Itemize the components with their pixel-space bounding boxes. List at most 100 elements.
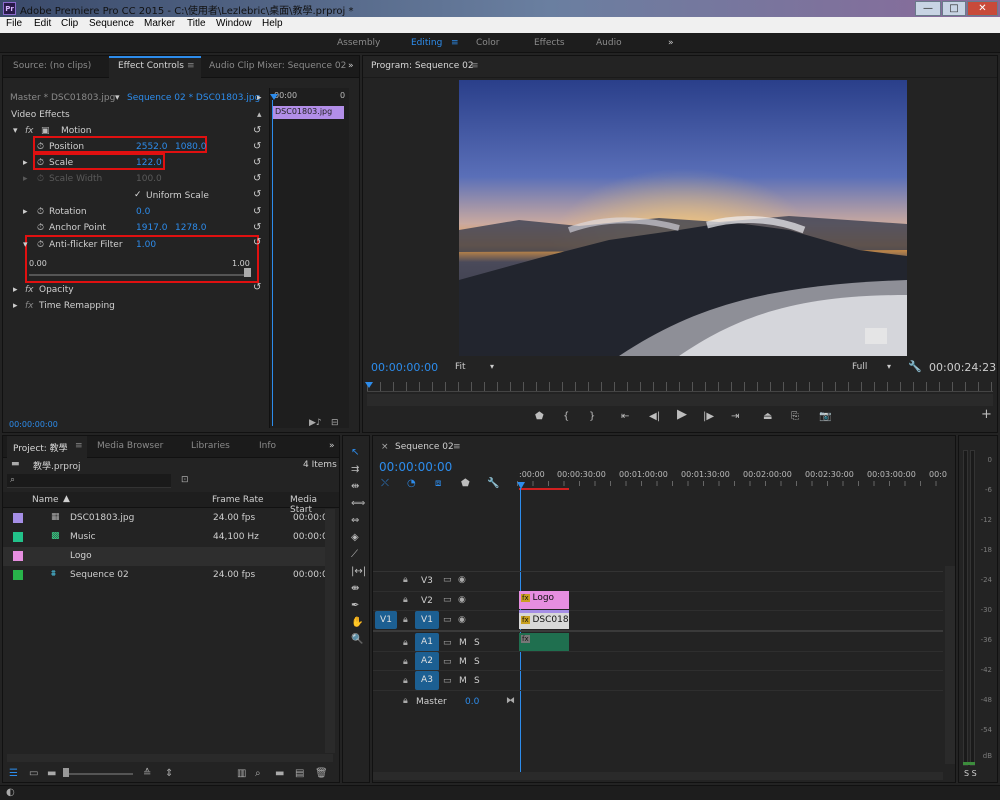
- menu-sequence[interactable]: Sequence: [89, 18, 134, 29]
- timeline-playhead-handle[interactable]: [517, 482, 525, 489]
- mute-button[interactable]: M: [459, 657, 467, 667]
- label-color-swatch[interactable]: [13, 532, 23, 542]
- uniform-scale-reset-icon[interactable]: ↺: [253, 190, 263, 200]
- razor-blade-icon[interactable]: ⟋: [351, 550, 358, 560]
- new-bin-icon[interactable]: ▬: [275, 768, 284, 779]
- add-marker-icon[interactable]: ⬟: [535, 412, 544, 422]
- close-button[interactable]: ✕: [967, 1, 998, 16]
- menu-title[interactable]: Title: [187, 18, 206, 29]
- menu-file[interactable]: File: [6, 18, 22, 29]
- label-color-swatch[interactable]: [13, 513, 23, 523]
- timeline-settings-icon[interactable]: 🔧: [487, 479, 499, 489]
- export-frame-icon[interactable]: ▶︎♪: [309, 418, 322, 428]
- snap-icon[interactable]: ◔: [407, 479, 416, 489]
- item-name[interactable]: Sequence 02: [70, 570, 129, 580]
- sync-lock-icon[interactable]: ▭: [443, 615, 452, 625]
- list-view-icon[interactable]: ☰: [9, 768, 18, 779]
- tab-project[interactable]: Project: 教學: [13, 441, 68, 454]
- find-icon[interactable]: ⌕: [255, 768, 261, 779]
- slide-tool-icon[interactable]: ⇼: [351, 584, 359, 594]
- antiflicker-value[interactable]: 1.00: [136, 240, 156, 250]
- step-forward-icon[interactable]: |▶︎: [703, 412, 714, 422]
- play-only-icon[interactable]: ▸: [257, 93, 262, 103]
- anchor-y-value[interactable]: 1278.0: [175, 223, 207, 233]
- program-scrub-ruler[interactable]: [367, 382, 993, 392]
- track-target-a1[interactable]: A1: [415, 633, 439, 652]
- anchor-x-value[interactable]: 1917.0: [136, 223, 168, 233]
- timeline-h-scrollbar[interactable]: [373, 772, 943, 780]
- minimize-button[interactable]: —: [915, 1, 941, 16]
- fit-dropdown-icon[interactable]: ▾: [490, 362, 494, 371]
- menu-window[interactable]: Window: [216, 18, 252, 29]
- solo-button[interactable]: S: [474, 638, 480, 648]
- workspace-menu-icon[interactable]: ≡: [451, 38, 459, 48]
- image-clip[interactable]: fx DSC018: [519, 610, 569, 629]
- add-marker-timeline-icon[interactable]: ⬟: [461, 479, 470, 489]
- workspace-color[interactable]: Color: [476, 38, 500, 48]
- filter-icon[interactable]: ⊟: [331, 418, 339, 428]
- scale-reset-icon[interactable]: ↺: [253, 158, 263, 168]
- rotation-expand-icon[interactable]: ▸: [23, 207, 28, 217]
- sequence-clip-label[interactable]: Sequence 02 * DSC01803.jpg: [127, 93, 260, 103]
- timeline-menu-icon[interactable]: ≡: [453, 442, 461, 452]
- effect-current-time[interactable]: 00:00:00:00: [9, 420, 58, 429]
- item-name[interactable]: DSC01803.jpg: [70, 513, 134, 523]
- anchor-reset-icon[interactable]: ↺: [253, 223, 263, 233]
- lock-icon[interactable]: 🔒︎: [403, 595, 408, 605]
- list-item[interactable]: ⩩ Sequence 02 24.00 fps 00:00:0: [3, 566, 328, 585]
- anchor-stopwatch-icon[interactable]: ⏱: [37, 223, 44, 233]
- rotation-value[interactable]: 0.0: [136, 207, 150, 217]
- mini-clip-bar[interactable]: DSC01803.jpg: [272, 106, 344, 119]
- panel-overflow-icon[interactable]: »: [348, 61, 354, 71]
- linked-selection-icon[interactable]: ⧈: [435, 479, 441, 489]
- source-patch-v1[interactable]: V1: [375, 611, 397, 629]
- ripple-edit-tool-icon[interactable]: ⇹: [351, 482, 359, 492]
- motion-expand-icon[interactable]: ▾: [13, 126, 18, 136]
- menu-marker[interactable]: Marker: [144, 18, 175, 29]
- close-sequence-icon[interactable]: ×: [381, 442, 389, 452]
- eye-icon[interactable]: ◉: [458, 615, 466, 625]
- lock-icon[interactable]: 🔒︎: [403, 696, 408, 706]
- mini-playhead-handle[interactable]: [270, 94, 278, 100]
- tab-effect-controls[interactable]: Effect Controls: [118, 61, 184, 71]
- hand-tool-icon[interactable]: ✋: [351, 618, 363, 628]
- go-to-in-icon[interactable]: ⇤: [621, 412, 629, 422]
- program-video-frame[interactable]: [459, 80, 907, 356]
- tab-media-browser[interactable]: Media Browser: [97, 441, 163, 451]
- position-reset-icon[interactable]: ↺: [253, 142, 263, 152]
- item-name[interactable]: Music: [70, 532, 96, 542]
- lock-icon[interactable]: 🔒︎: [403, 638, 408, 648]
- position-y-value[interactable]: 1080.0: [175, 142, 207, 152]
- position-x-value[interactable]: 2552.0: [136, 142, 168, 152]
- mute-button[interactable]: M: [459, 676, 467, 686]
- opacity-reset-icon[interactable]: ↺: [253, 283, 263, 293]
- program-playhead[interactable]: [365, 382, 373, 388]
- track-select-tool-icon[interactable]: ⇉: [351, 465, 359, 475]
- lock-icon[interactable]: 🔒︎: [403, 615, 408, 625]
- logo-clip[interactable]: fx Logo: [519, 591, 569, 609]
- sync-lock-icon[interactable]: ▭: [443, 676, 452, 686]
- rolling-edit-tool-icon[interactable]: ⟺: [351, 499, 365, 509]
- lock-icon[interactable]: 🔒︎: [403, 575, 408, 585]
- workspace-assembly[interactable]: Assembly: [337, 38, 380, 48]
- new-bin-from-search-icon[interactable]: ⊡: [181, 475, 189, 485]
- antiflicker-slider-track[interactable]: [29, 274, 251, 276]
- zoom-slider[interactable]: [63, 773, 133, 775]
- list-item[interactable]: Logo: [3, 547, 325, 566]
- effects-expand-icon[interactable]: ▴: [257, 110, 262, 120]
- icon-view-icon[interactable]: ▭: [29, 768, 38, 779]
- track-label-v2[interactable]: V2: [421, 596, 433, 606]
- item-name[interactable]: Logo: [70, 551, 92, 561]
- eye-icon[interactable]: ◉: [458, 575, 466, 585]
- track-target-a3[interactable]: A3: [415, 671, 439, 690]
- button-editor-plus-icon[interactable]: +: [981, 408, 992, 421]
- antiflicker-reset-icon[interactable]: ↺: [253, 238, 263, 248]
- settings-wrench-icon[interactable]: 🔧: [908, 360, 922, 373]
- timeline-ruler[interactable]: :00:00 00:00:30:00 00:01:00:00 00:01:30:…: [517, 466, 947, 490]
- antiflicker-stopwatch-icon[interactable]: ⏱: [37, 240, 44, 250]
- column-name[interactable]: Name: [32, 495, 59, 505]
- project-menu-icon[interactable]: ≡: [75, 441, 83, 451]
- maximize-button[interactable]: □: [942, 1, 966, 16]
- zoom-tool-icon[interactable]: 🔍: [351, 635, 363, 645]
- opacity-expand-icon[interactable]: ▸: [13, 285, 18, 295]
